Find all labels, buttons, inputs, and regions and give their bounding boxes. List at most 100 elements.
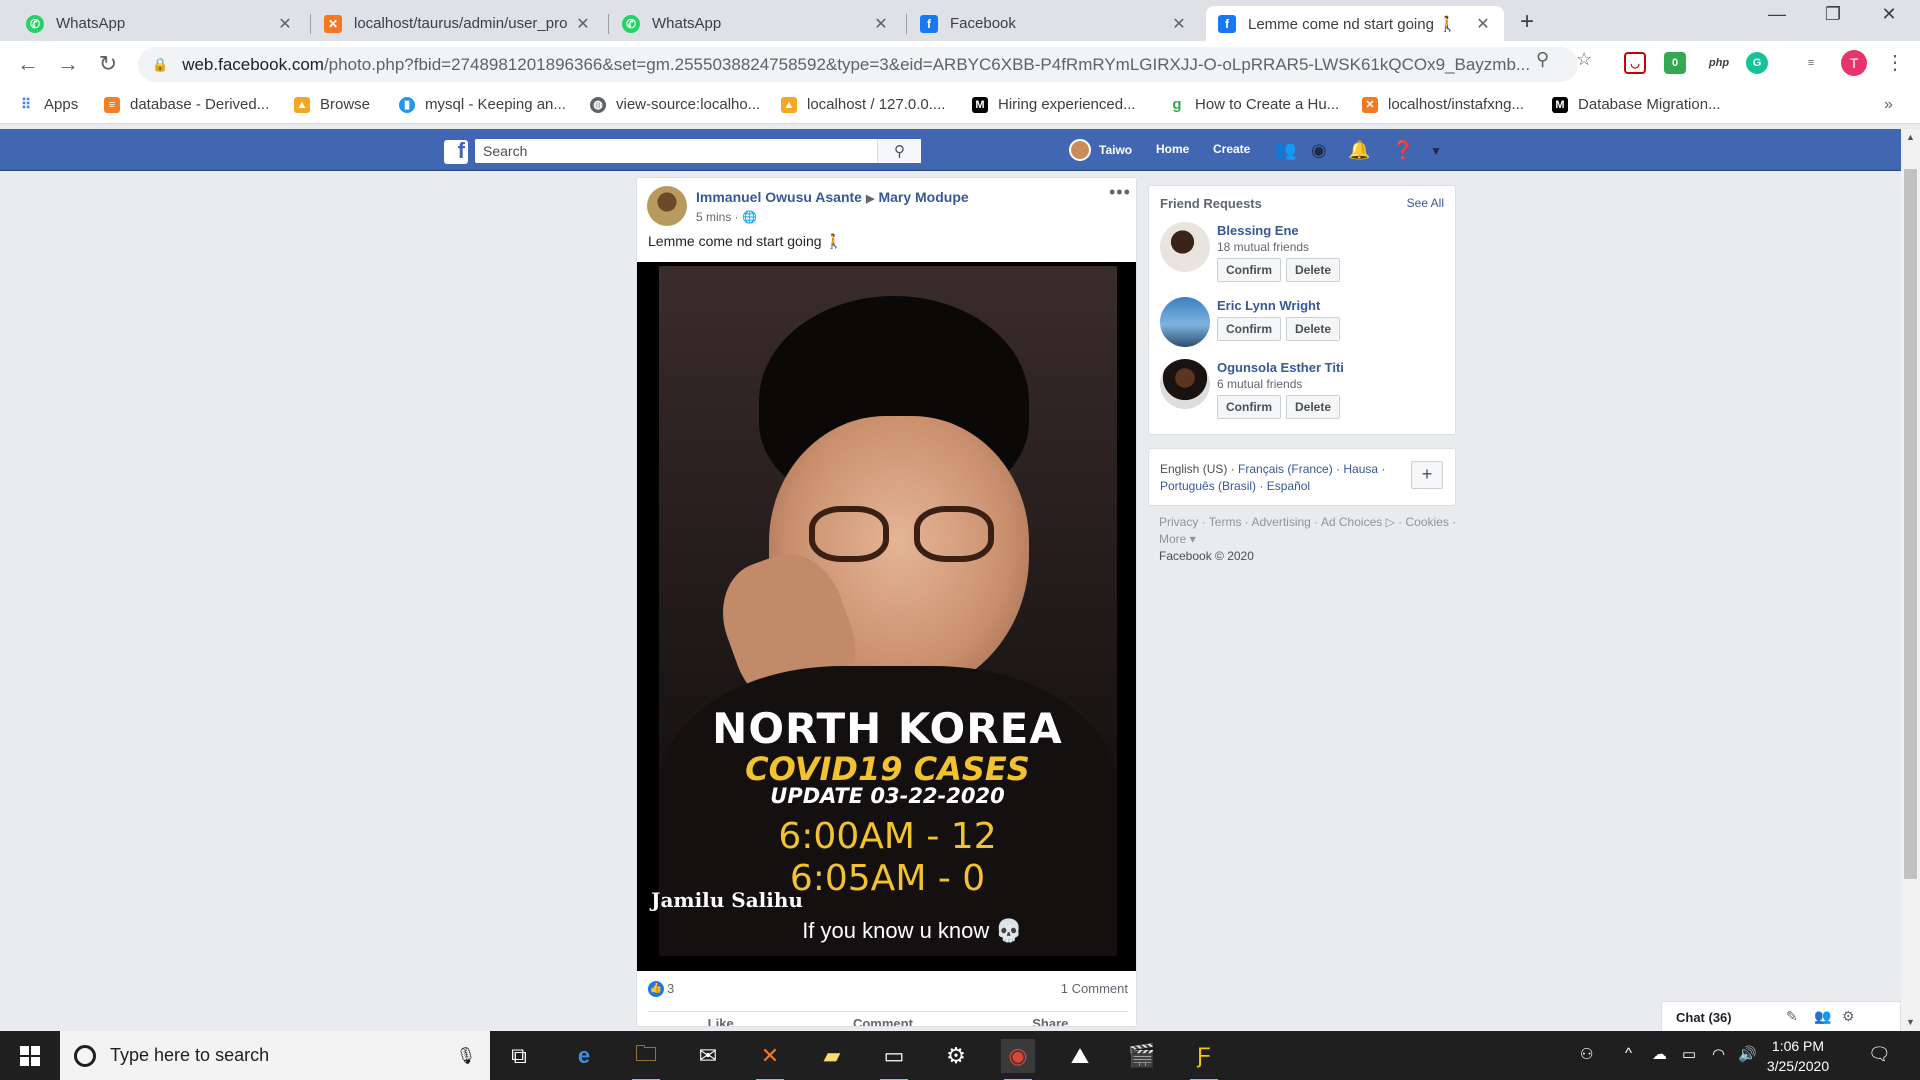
task-view-icon[interactable]: ⧉ [502, 1039, 536, 1073]
friend-avatar[interactable] [1160, 297, 1210, 347]
search-input[interactable] [475, 140, 877, 162]
friend-name[interactable]: Ogunsola Esther Titi [1217, 360, 1344, 375]
photos-icon[interactable]: ⛰ [1063, 1039, 1097, 1073]
confirm-button[interactable]: Confirm [1217, 258, 1281, 282]
scroll-thumb[interactable] [1904, 169, 1917, 879]
friend-name[interactable]: Blessing Ene [1217, 223, 1299, 238]
file-explorer-icon[interactable]: 🗀 [629, 1039, 663, 1080]
tab-whatsapp-2[interactable]: ✆ WhatsApp ✕ [610, 6, 902, 41]
onedrive-icon[interactable]: ☁ [1652, 1045, 1667, 1063]
scroll-down-icon[interactable]: ▼ [1901, 1014, 1920, 1031]
taskbar-search[interactable]: Type here to search 🎙 [60, 1031, 490, 1080]
filezilla-icon[interactable]: Ƒ [1187, 1039, 1221, 1080]
author-link[interactable]: Immanuel Owusu Asante [696, 189, 862, 205]
settings-icon[interactable]: ⚙ [939, 1039, 973, 1073]
friend-avatar[interactable] [1160, 222, 1210, 272]
chrome-icon[interactable]: ◉ [1001, 1039, 1035, 1080]
chat-bar[interactable]: Chat (36) ✎ 👥 ⚙ [1661, 1001, 1901, 1031]
tab-whatsapp-1[interactable]: ✆ WhatsApp ✕ [14, 6, 306, 41]
window-close-icon[interactable]: ✕ [1866, 4, 1912, 25]
sticky-notes-icon[interactable]: ▰ [815, 1039, 849, 1073]
tab-close-icon[interactable]: ✕ [872, 14, 890, 34]
restore-icon[interactable]: ❐ [1810, 4, 1856, 25]
start-button[interactable] [0, 1031, 60, 1080]
php-extension-icon[interactable]: php [1704, 52, 1734, 74]
like-count[interactable]: 3 [667, 981, 674, 996]
post-timestamp[interactable]: 5 mins · 🌐 [696, 210, 757, 224]
grammarly-icon[interactable]: G [1746, 52, 1768, 74]
like-button[interactable]: Like [708, 1016, 734, 1026]
language-french[interactable]: Français (France) [1238, 462, 1333, 476]
system-clock[interactable]: 1:06 PM 3/25/2020 [1753, 1036, 1843, 1076]
confirm-button[interactable]: Confirm [1217, 317, 1281, 341]
profile-avatar[interactable]: T [1841, 50, 1867, 76]
bookmark-instafxng[interactable]: ✕ localhost/instafxng... [1362, 96, 1524, 113]
minimize-icon[interactable]: — [1754, 4, 1800, 25]
post-photo[interactable]: NORTH KOREA COVID19 CASES UPDATE 03-22-2… [637, 262, 1136, 971]
home-link[interactable]: Home [1156, 142, 1189, 156]
confirm-button[interactable]: Confirm [1217, 395, 1281, 419]
more-bookmarks-icon[interactable]: » [1884, 96, 1893, 114]
create-link[interactable]: Create [1213, 142, 1250, 156]
language-hausa[interactable]: Hausa [1343, 462, 1378, 476]
tab-localhost-admin[interactable]: ✕ localhost/taurus/admin/user_pro ✕ [312, 6, 604, 41]
friend-avatar[interactable] [1160, 359, 1210, 409]
more-link[interactable]: More ▾ [1159, 532, 1196, 546]
mutual-friends[interactable]: 6 mutual friends [1217, 377, 1302, 391]
tab-close-icon[interactable]: ✕ [276, 14, 294, 34]
delete-button[interactable]: Delete [1286, 258, 1341, 282]
bookmark-hiring[interactable]: M Hiring experienced... [972, 96, 1136, 113]
see-all-link[interactable]: See All [1407, 196, 1444, 210]
share-button[interactable]: Share [1032, 1016, 1068, 1026]
messenger-icon[interactable]: ◉ [1311, 140, 1327, 161]
browser-menu-icon[interactable]: ⋮ [1885, 50, 1905, 75]
new-message-icon[interactable]: ✎ [1786, 1008, 1798, 1025]
account-menu-icon[interactable]: ▼ [1430, 144, 1442, 158]
bookmark-db-migration[interactable]: M Database Migration... [1552, 96, 1721, 113]
mail-icon[interactable]: ✉ [691, 1039, 725, 1073]
forward-icon[interactable]: → [54, 51, 82, 77]
tab-close-icon[interactable]: ✕ [1474, 14, 1492, 34]
tab-close-icon[interactable]: ✕ [1170, 14, 1188, 34]
friend-name[interactable]: Eric Lynn Wright [1217, 298, 1320, 313]
zoom-icon[interactable]: ⚲ [1536, 49, 1549, 70]
advertising-link[interactable]: Advertising [1251, 515, 1310, 529]
comment-button[interactable]: Comment [853, 1016, 913, 1026]
microphone-icon[interactable]: 🎙 [456, 1046, 476, 1066]
group-link[interactable]: Mary Modupe [878, 189, 968, 205]
wifi-icon[interactable]: ◠ [1712, 1045, 1725, 1063]
facebook-logo[interactable]: f [444, 140, 468, 164]
show-hidden-icons[interactable]: ^ [1625, 1045, 1632, 1062]
tab-active-photo[interactable]: f Lemme come nd start going 🚶 ✕ [1206, 6, 1504, 41]
pocket-extension-icon[interactable]: ◡ [1624, 52, 1646, 74]
search-icon[interactable]: ⚲ [877, 139, 921, 163]
action-center-icon[interactable]: 🗨 [1868, 1044, 1891, 1065]
bookmark-localhost[interactable]: ▲ localhost / 127.0.0.... [781, 96, 945, 113]
shield-extension-icon[interactable]: 0 [1664, 52, 1686, 74]
notifications-icon[interactable]: 🔔 [1348, 140, 1370, 161]
battery-icon[interactable]: ▭ [1682, 1045, 1696, 1063]
profile-link[interactable]: Taiwo [1069, 139, 1132, 161]
author-avatar[interactable] [647, 186, 687, 226]
comment-count[interactable]: 1 Comment [1061, 981, 1128, 996]
people-icon[interactable]: ⚇ [1580, 1045, 1593, 1063]
new-tab-button[interactable]: + [1520, 8, 1534, 36]
add-language-button[interactable]: + [1411, 461, 1443, 489]
bookmark-database[interactable]: ≡ database - Derived... [104, 96, 269, 113]
privacy-link[interactable]: Privacy [1159, 515, 1198, 529]
bookmark-view-source[interactable]: ◍ view-source:localho... [590, 96, 760, 113]
back-icon[interactable]: ← [14, 51, 42, 77]
language-portuguese[interactable]: Português (Brasil) [1160, 479, 1256, 493]
language-spanish[interactable]: Español [1267, 479, 1310, 493]
cookies-link[interactable]: Cookies [1405, 515, 1448, 529]
movies-icon[interactable]: 🎬 [1125, 1039, 1159, 1073]
tab-close-icon[interactable]: ✕ [574, 14, 592, 34]
post-options-icon[interactable]: ••• [1109, 182, 1131, 203]
xampp-taskbar-icon[interactable]: ✕ [753, 1039, 787, 1080]
friend-requests-icon[interactable]: 👥 [1274, 140, 1296, 161]
terminal-icon[interactable]: ▭ [877, 1039, 911, 1080]
bookmark-how-to-create[interactable]: g How to Create a Hu... [1169, 96, 1339, 113]
bookmark-star-icon[interactable]: ☆ [1576, 49, 1592, 70]
ad-choices-link[interactable]: Ad Choices ▷ [1321, 515, 1395, 529]
edge-icon[interactable]: e [567, 1039, 601, 1073]
